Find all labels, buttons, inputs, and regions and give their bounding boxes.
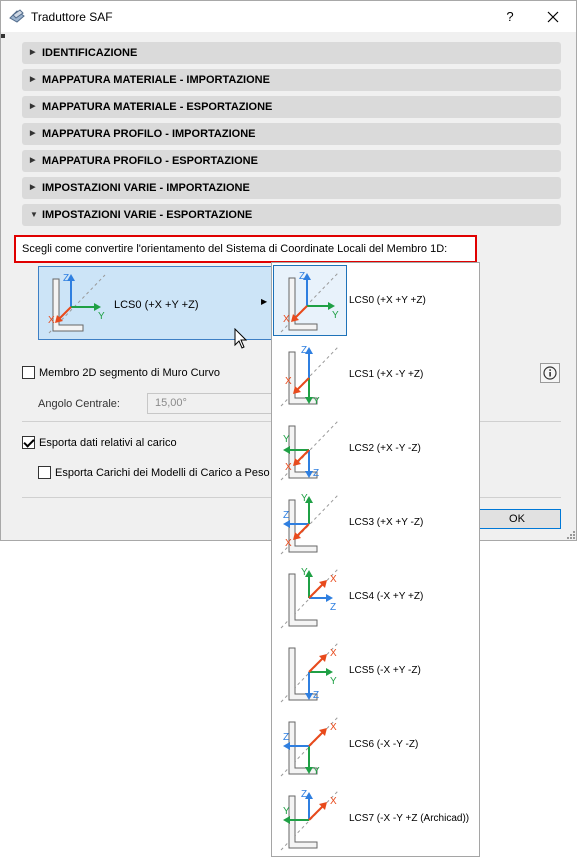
lcs3-axis-icon: Y Z X [280, 493, 340, 555]
window-edge-mark [1, 34, 5, 38]
lcs-option-2[interactable]: Z Y X LCS2 (+X -Y -Z) [272, 412, 479, 486]
export-load-models-checkbox[interactable] [38, 466, 51, 479]
svg-text:X: X [330, 574, 337, 585]
chevron-right-icon: ▶ [30, 157, 36, 164]
svg-text:X: X [285, 462, 292, 473]
svg-text:X: X [283, 314, 290, 325]
info-icon [543, 366, 557, 380]
close-button[interactable] [541, 7, 565, 27]
svg-text:Y: Y [301, 567, 308, 578]
close-icon [547, 11, 559, 23]
lcs-question-label: Scegli come convertire l'orientamento de… [22, 243, 448, 255]
svg-text:Y: Y [313, 396, 320, 407]
submenu-arrow-icon: ▶ [261, 297, 268, 306]
section-material-export[interactable]: ▶ MAPPATURA MATERIALE - ESPORTAZIONE [22, 96, 561, 118]
svg-text:Y: Y [98, 311, 105, 322]
section-misc-export[interactable]: ▼ IMPOSTAZIONI VARIE - ESPORTAZIONE [22, 204, 561, 226]
lcs-option-4[interactable]: Y Z X LCS4 (-X +Y +Z) [272, 560, 479, 634]
central-angle-input[interactable]: 15,00° [147, 393, 273, 414]
lcs-option-5[interactable]: Z Y X LCS5 (-X +Y -Z) [272, 634, 479, 708]
lcs-option-7[interactable]: Z Y X LCS7 (-X -Y +Z (Archicad)) [272, 782, 479, 856]
info-button[interactable] [540, 363, 560, 383]
lcs0-axis-icon: Z Y X [48, 273, 106, 334]
svg-text:Y: Y [313, 766, 320, 777]
section-misc-import[interactable]: ▶ IMPOSTAZIONI VARIE - IMPORTAZIONE [22, 177, 561, 199]
svg-text:Y: Y [283, 806, 290, 817]
section-label: MAPPATURA MATERIALE - ESPORTAZIONE [42, 101, 273, 113]
help-button[interactable]: ? [499, 7, 521, 27]
curved-wall-checkbox[interactable] [22, 366, 35, 379]
lcs4-axis-icon: Y Z X [280, 567, 340, 629]
lcs-option-label: LCS0 (+X +Y +Z) [349, 295, 426, 306]
section-identificazione[interactable]: ▶ IDENTIFICAZIONE [22, 42, 561, 64]
svg-text:Z: Z [313, 468, 319, 479]
section-profile-export[interactable]: ▶ MAPPATURA PROFILO - ESPORTAZIONE [22, 150, 561, 172]
lcs6-axis-icon: Y Z X [280, 715, 340, 777]
export-load-data-label: Esporta dati relativi al carico [39, 437, 177, 449]
chevron-right-icon: ▶ [30, 103, 36, 110]
svg-text:Y: Y [301, 493, 308, 504]
section-label: IMPOSTAZIONI VARIE - IMPORTAZIONE [42, 182, 250, 194]
lcs2-axis-icon: Z Y X [280, 419, 340, 481]
svg-text:Y: Y [332, 310, 339, 321]
chevron-down-icon: ▼ [30, 210, 38, 219]
svg-text:Z: Z [299, 271, 305, 282]
lcs-option-label: LCS3 (+X +Y -Z) [349, 517, 424, 528]
window-title: Traduttore SAF [31, 10, 113, 24]
ok-button[interactable]: OK [473, 509, 561, 529]
lcs-option-3[interactable]: Y Z X LCS3 (+X +Y -Z) [272, 486, 479, 560]
svg-text:X: X [285, 538, 292, 549]
curved-wall-label: Membro 2D segmento di Muro Curvo [39, 367, 220, 379]
chevron-right-icon: ▶ [30, 184, 36, 191]
section-label: MAPPATURA PROFILO - IMPORTAZIONE [42, 128, 256, 140]
section-profile-import[interactable]: ▶ MAPPATURA PROFILO - IMPORTAZIONE [22, 123, 561, 145]
svg-text:X: X [330, 722, 337, 733]
svg-text:Z: Z [301, 789, 307, 800]
mouse-pointer-icon [234, 328, 248, 349]
resize-grip-icon[interactable] [567, 531, 576, 540]
lcs-option-label: LCS5 (-X +Y -Z) [349, 665, 421, 676]
svg-text:X: X [285, 376, 292, 387]
lcs-question-highlight: Scegli come convertire l'orientamento de… [14, 235, 477, 263]
lcs-dropdown-menu: Z Y X LCS0 (+X +Y +Z) Z Y X LCS1 (+X -Y … [271, 262, 480, 857]
export-load-data-checkbox[interactable] [22, 436, 35, 449]
chevron-right-icon: ▶ [30, 49, 36, 56]
svg-text:Z: Z [301, 345, 307, 356]
central-angle-label: Angolo Centrale: [38, 398, 120, 410]
lcs1-axis-icon: Z Y X [280, 345, 340, 407]
lcs-option-0[interactable]: Z Y X LCS0 (+X +Y +Z) [272, 264, 479, 338]
lcs5-axis-icon: Z Y X [280, 641, 340, 703]
section-label: MAPPATURA MATERIALE - IMPORTAZIONE [42, 74, 270, 86]
lcs-option-label: LCS2 (+X -Y -Z) [349, 443, 421, 454]
svg-text:Z: Z [283, 732, 289, 743]
svg-text:Y: Y [330, 676, 337, 687]
lcs-option-label: LCS4 (-X +Y +Z) [349, 591, 424, 602]
app-icon [9, 9, 25, 23]
section-label: IDENTIFICAZIONE [42, 47, 138, 59]
lcs7-axis-icon: Z Y X [280, 789, 340, 851]
lcs0-axis-icon: Z Y X [280, 271, 340, 333]
lcs-option-6[interactable]: Y Z X LCS6 (-X -Y -Z) [272, 708, 479, 782]
section-material-import[interactable]: ▶ MAPPATURA MATERIALE - IMPORTAZIONE [22, 69, 561, 91]
section-label: IMPOSTAZIONI VARIE - ESPORTAZIONE [42, 209, 253, 221]
svg-text:X: X [48, 315, 55, 326]
svg-text:X: X [330, 648, 337, 659]
section-label: MAPPATURA PROFILO - ESPORTAZIONE [42, 155, 258, 167]
lcs-selected-label: LCS0 (+X +Y +Z) [114, 299, 199, 311]
svg-text:X: X [330, 796, 337, 807]
title-bar: Traduttore SAF ? [1, 1, 576, 32]
chevron-right-icon: ▶ [30, 130, 36, 137]
svg-text:Z: Z [313, 690, 319, 701]
svg-text:Z: Z [63, 273, 69, 284]
chevron-right-icon: ▶ [30, 76, 36, 83]
lcs-option-1[interactable]: Z Y X LCS1 (+X -Y +Z) [272, 338, 479, 412]
svg-text:Y: Y [283, 434, 290, 445]
export-load-models-label: Esporta Carichi dei Modelli di Carico a … [55, 467, 270, 479]
svg-text:Z: Z [283, 510, 289, 521]
lcs-option-label: LCS6 (-X -Y -Z) [349, 739, 419, 750]
lcs-option-label: LCS1 (+X -Y +Z) [349, 369, 424, 380]
lcs-option-label: LCS7 (-X -Y +Z (Archicad)) [349, 813, 470, 824]
svg-text:Z: Z [330, 602, 336, 613]
